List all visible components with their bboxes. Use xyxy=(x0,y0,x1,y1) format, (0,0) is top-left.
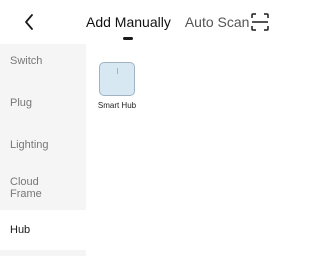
sidebar-item-hub[interactable]: Hub xyxy=(0,210,86,250)
category-sidebar: Switch Plug Lighting Cloud Frame Hub xyxy=(0,44,86,256)
sidebar-item-switch[interactable]: Switch xyxy=(0,44,86,78)
tab-auto-scan[interactable]: Auto Scan xyxy=(185,0,250,44)
device-grid: Smart Hub xyxy=(86,44,278,256)
sidebar-item-label: Switch xyxy=(10,55,43,67)
device-label: Smart Hub xyxy=(97,101,137,110)
chevron-left-icon xyxy=(25,14,33,30)
sidebar-item-cloud-frame[interactable]: Cloud Frame xyxy=(0,168,86,208)
hub-indicator-light xyxy=(117,68,118,74)
sidebar-item-label: Cloud Frame xyxy=(10,176,42,200)
tab-add-manually[interactable]: Add Manually xyxy=(86,0,171,44)
sidebar-item-label: Plug xyxy=(10,97,33,109)
sidebar-item-label: Hub xyxy=(10,224,31,236)
top-bar: Add Manually Auto Scan xyxy=(0,0,278,44)
sidebar-item-lighting[interactable]: Lighting xyxy=(0,128,86,162)
back-button[interactable] xyxy=(20,11,38,33)
active-tab-indicator xyxy=(123,37,134,40)
sidebar-item-label: Lighting xyxy=(10,139,49,151)
device-tile-smart-hub[interactable]: Smart Hub xyxy=(96,62,138,110)
sidebar-item-plug[interactable]: Plug xyxy=(0,86,86,120)
smart-hub-icon xyxy=(99,62,135,96)
scan-button[interactable] xyxy=(249,11,271,33)
tab-add-manually-label: Add Manually xyxy=(86,14,171,30)
tab-bar: Add Manually Auto Scan xyxy=(86,0,249,44)
tab-auto-scan-label: Auto Scan xyxy=(184,14,250,30)
scan-frame-icon xyxy=(251,13,269,31)
